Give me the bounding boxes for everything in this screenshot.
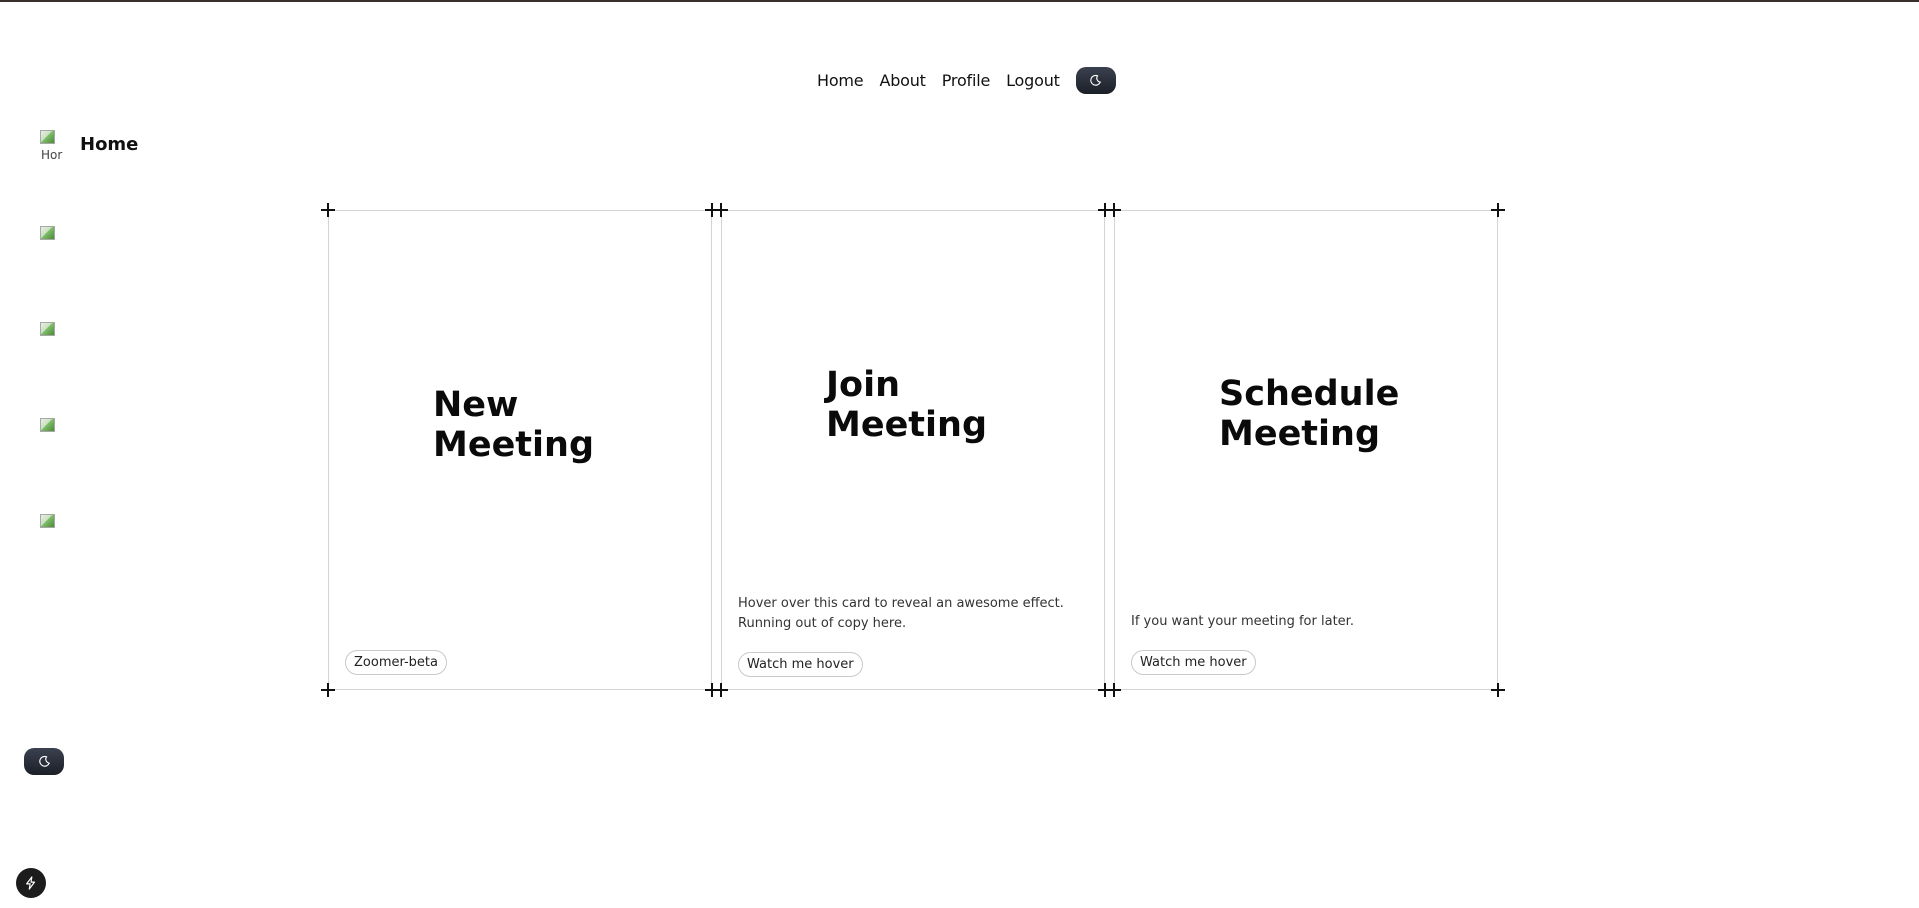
nav-about-link[interactable]: About [879,71,926,90]
corner-plus-icon [1491,683,1505,697]
corner-plus-icon [1107,683,1121,697]
broken-image-icon [40,418,64,454]
broken-image-icon [40,322,64,358]
card-title: Schedule Meeting [1219,374,1400,454]
card-description: If you want your meeting for later. [1131,614,1354,629]
top-nav: Home About Profile Logout [817,66,1116,94]
sidebar-item-4[interactable] [40,418,64,454]
broken-image-icon [40,226,64,262]
sidebar-item-5[interactable] [40,514,64,550]
watch-me-hover-button[interactable]: Watch me hover [738,652,863,677]
corner-plus-icon [714,203,728,217]
bolt-icon [26,876,36,890]
moon-icon [38,755,50,767]
watch-me-hover-button[interactable]: Watch me hover [1131,650,1256,675]
top-border [0,0,1919,2]
corner-plus-icon [714,683,728,697]
image-alt-text: Hor [41,148,63,162]
new-meeting-card[interactable]: New Meeting Zoomer-beta [321,203,719,697]
card-title: New Meeting [433,385,595,465]
corner-plus-icon [321,203,335,217]
sidebar-theme-toggle-button[interactable] [24,748,64,775]
nav-profile-link[interactable]: Profile [942,71,991,90]
broken-image-icon [40,514,64,550]
nav-logout-link[interactable]: Logout [1006,71,1060,90]
sidebar-item-3[interactable] [40,322,64,358]
sidebar-item-2[interactable] [40,226,64,262]
card-title: Join Meeting [826,365,988,445]
broken-image-icon: Hor [40,130,64,166]
card-description: Hover over this card to reveal an awesom… [738,596,1064,631]
floating-action-button[interactable] [16,868,46,898]
meeting-cards: New Meeting Zoomer-beta Join Meeting Hov… [321,203,1505,697]
sidebar-item-label: Home [80,134,139,155]
sidebar-item-home[interactable]: Hor Home [40,130,138,166]
moon-icon [1090,74,1102,86]
corner-plus-icon [1107,203,1121,217]
corner-plus-icon [1491,203,1505,217]
corner-plus-icon [321,683,335,697]
schedule-meeting-card[interactable]: Schedule Meeting If you want your meetin… [1107,203,1505,697]
join-meeting-card[interactable]: Join Meeting Hover over this card to rev… [714,203,1112,697]
zoomer-beta-button[interactable]: Zoomer-beta [345,650,447,675]
nav-home-link[interactable]: Home [817,71,864,90]
theme-toggle-button[interactable] [1075,66,1116,94]
